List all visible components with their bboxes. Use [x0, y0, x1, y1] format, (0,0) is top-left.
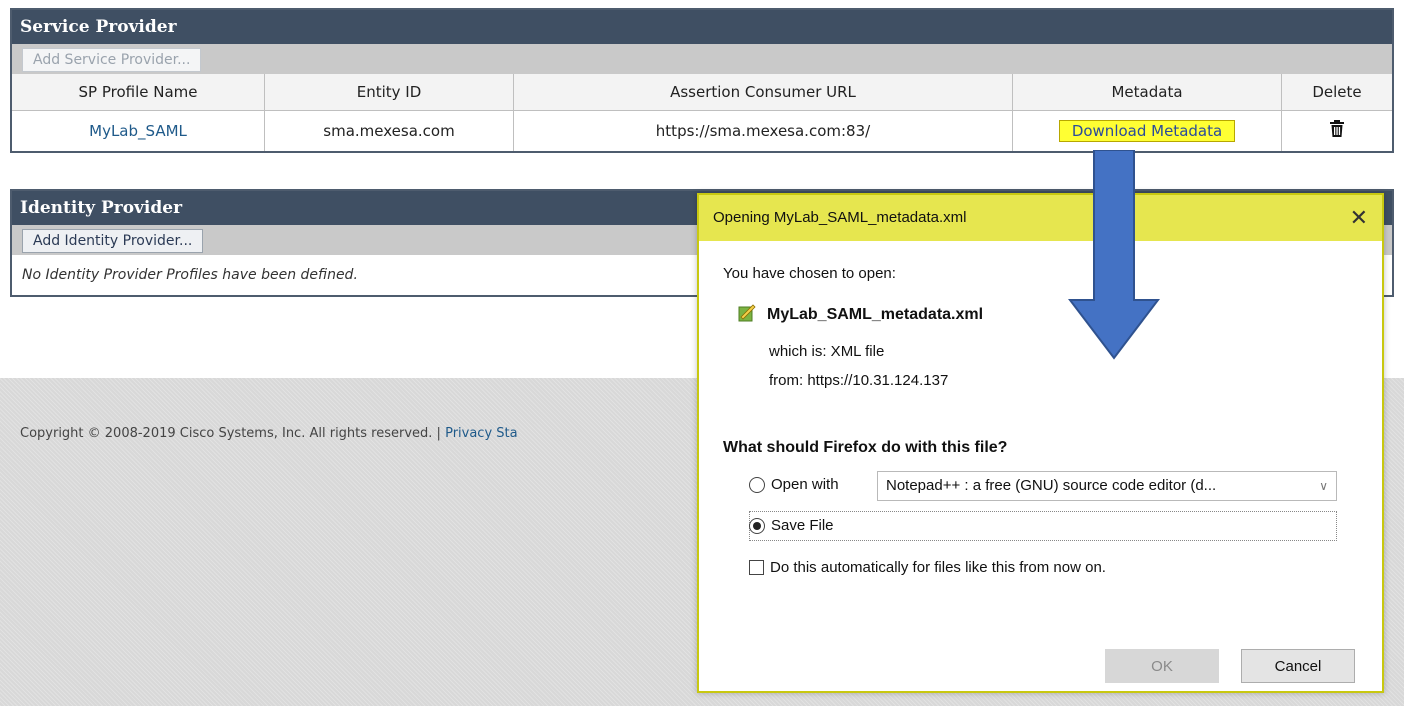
close-icon[interactable]: ✕: [1350, 195, 1368, 241]
column-header: Metadata: [1012, 74, 1282, 111]
dialog-title-bar: Opening MyLab_SAML_metadata.xml ✕: [699, 195, 1382, 241]
open-with-label: Open with: [771, 476, 839, 493]
table-header-row: SP Profile Name Entity ID Assertion Cons…: [12, 74, 1392, 111]
copyright-label: Copyright © 2008-2019 Cisco Systems, Inc…: [20, 426, 441, 441]
save-file-radio[interactable]: [749, 517, 765, 534]
profile-name-cell: MyLab_SAML: [12, 110, 265, 151]
entity-id-cell: sma.mexesa.com: [264, 110, 514, 151]
service-provider-section: Service Provider Add Service Provider...…: [10, 8, 1394, 153]
column-header: Assertion Consumer URL: [513, 74, 1013, 111]
open-with-app-value: Notepad++ : a free (GNU) source code edi…: [886, 477, 1217, 494]
add-service-provider-button[interactable]: Add Service Provider...: [22, 48, 202, 72]
trash-icon[interactable]: [1329, 120, 1345, 142]
metadata-cell: Download Metadata: [1012, 110, 1282, 151]
action-question: What should Firefox do with this file?: [723, 439, 1008, 456]
ok-button[interactable]: OK: [1105, 649, 1219, 683]
down-arrow-annotation: [1067, 149, 1161, 364]
service-provider-toolbar: Add Service Provider...: [12, 44, 1392, 74]
open-with-radio[interactable]: [749, 476, 765, 493]
auto-action-checkbox[interactable]: [749, 560, 764, 575]
auto-action-option[interactable]: Do this automatically for files like thi…: [749, 559, 1106, 576]
download-metadata-button[interactable]: Download Metadata: [1058, 120, 1236, 142]
table-row: MyLab_SAML sma.mexesa.com https://sma.me…: [12, 110, 1392, 151]
privacy-statement-link[interactable]: Privacy Sta: [445, 426, 518, 441]
open-with-app-select[interactable]: Notepad++ : a free (GNU) source code edi…: [877, 471, 1337, 501]
cancel-button[interactable]: Cancel: [1241, 649, 1355, 683]
delete-cell: [1281, 110, 1392, 151]
file-info-row: MyLab_SAML_metadata.xml: [737, 303, 983, 327]
save-file-option[interactable]: Save File: [749, 517, 834, 534]
chosen-label: You have chosen to open:: [723, 265, 896, 282]
column-header: Entity ID: [264, 74, 514, 111]
file-source-text: from: https://10.31.124.137: [769, 372, 949, 389]
add-identity-provider-button[interactable]: Add Identity Provider...: [22, 229, 204, 253]
dialog-title: Opening MyLab_SAML_metadata.xml: [713, 209, 967, 226]
file-name: MyLab_SAML_metadata.xml: [767, 306, 984, 323]
open-file-dialog: Opening MyLab_SAML_metadata.xml ✕ You ha…: [697, 193, 1384, 693]
save-file-focus-ring: [749, 511, 1337, 541]
xml-file-icon: [737, 303, 757, 327]
profile-name-link[interactable]: MyLab_SAML: [89, 122, 187, 140]
service-provider-table: SP Profile Name Entity ID Assertion Cons…: [12, 74, 1392, 151]
column-header: Delete: [1281, 74, 1392, 111]
acs-url-cell: https://sma.mexesa.com:83/: [513, 110, 1013, 151]
service-provider-header: Service Provider: [12, 10, 1392, 44]
copyright-text: Copyright © 2008-2019 Cisco Systems, Inc…: [20, 426, 518, 441]
save-file-label: Save File: [771, 517, 834, 534]
file-type-text: which is: XML file: [769, 343, 885, 360]
open-with-option[interactable]: Open with: [749, 476, 839, 493]
column-header: SP Profile Name: [12, 74, 265, 111]
chevron-down-icon: ∨: [1319, 479, 1328, 493]
auto-action-label: Do this automatically for files like thi…: [770, 559, 1106, 576]
